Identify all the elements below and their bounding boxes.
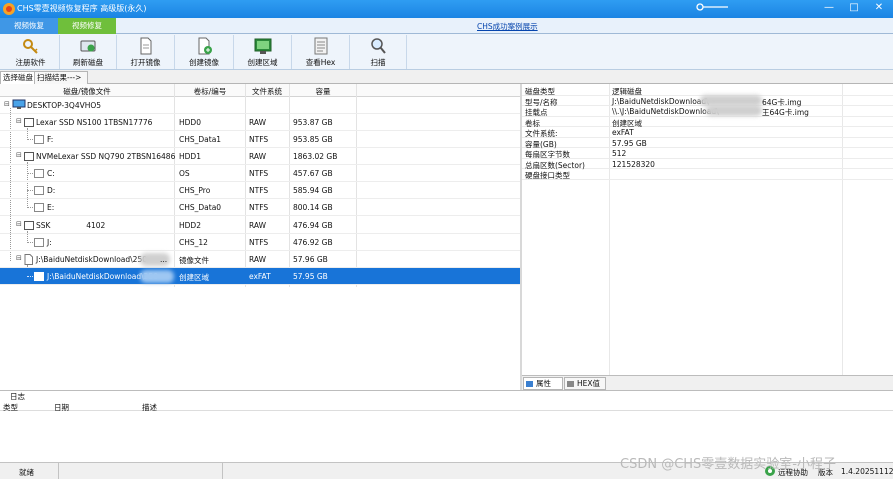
refresh-disk-button[interactable]: 刷新磁盘 [60,35,117,69]
property-row: 型号/名称 J:\BaiduNetdiskDownload\ 64G卡.img [522,94,893,107]
create-region-icon [254,38,271,54]
redacted-path [700,94,762,106]
property-row: 容量(GB) 57.95 GB [522,138,893,149]
tree-line [27,276,33,277]
hex-icon [567,381,574,387]
tree-line [27,190,33,191]
status-text: 就绪 [19,468,34,477]
computer-icon [12,99,26,109]
scan-icon [371,38,386,54]
col-log-description[interactable]: 描述 [142,402,157,413]
key-icon[interactable] [696,2,730,12]
collapse-toggle-icon[interactable]: ⊟ [16,118,23,125]
tab-select-disk[interactable]: 选择磁盘 [0,71,36,84]
drive-icon [34,272,44,281]
properties-icon [526,381,533,387]
toolbar: 注册软件 刷新磁盘 打开镜像 创建镜像 创建区域 查看Hex 扫描 [0,34,893,70]
col-capacity[interactable]: 容量 [290,86,356,97]
ribbon-tab-row: 视频恢复 视频修复 CHS成功案例展示 [0,18,893,34]
disk-table-header: 磁盘/镜像文件 卷标/编号 文件系统 容量 [0,84,521,97]
create-region-button[interactable]: 创建区域 [234,35,292,69]
drive-icon [34,169,44,178]
tree-root-computer[interactable]: ⊟ DESKTOP-3Q4VHO5 [0,97,521,114]
drive-icon [34,238,44,247]
property-row: 硬盘接口类型 [522,169,893,180]
properties-panel: 磁盘类型 逻辑磁盘 型号/名称 J:\BaiduNetdiskDownload\… [522,84,893,375]
property-row: 总扇区数(Sector) 121528320 [522,159,893,170]
drive-icon [34,186,44,195]
table-row[interactable]: ⊟ J:\BaiduNetdiskDownload\250 ... 镜像文件 R… [0,251,521,268]
table-row-selected[interactable]: J:\BaiduNetdiskDownload\250 创建区域 exFAT 5… [0,268,521,285]
redacted-filename [140,270,174,283]
table-row[interactable]: E: CHS_Data0 NTFS 800.14 GB [0,199,521,216]
register-button[interactable]: 注册软件 [2,35,60,69]
status-divider [58,463,59,479]
redacted-path [706,105,762,116]
tree-line [27,139,33,140]
col-filesystem[interactable]: 文件系统 [246,86,288,97]
hard-disk-icon [24,118,34,127]
tree-line [27,173,33,174]
image-file-icon [24,254,33,265]
key-icon [22,39,38,54]
create-image-icon [198,37,212,55]
tree-line [27,242,33,243]
sub-tab-row: 选择磁盘 扫描结果---> [0,70,893,84]
property-row: 卷标 创建区域 [522,117,893,128]
hard-disk-icon [24,221,34,230]
title-bar: CHS零壹视频恢复程序 高级版(永久) — □ ✕ [0,0,893,18]
view-hex-button[interactable]: 查看Hex [292,35,350,69]
version-number: 1.4.20251112 [841,467,893,476]
open-image-button[interactable]: 打开镜像 [117,35,175,69]
log-table-header: 类型 日期 描述 [0,401,893,413]
tab-video-repair[interactable]: 视频修复 [58,18,116,34]
collapse-toggle-icon[interactable]: ⊟ [4,101,11,108]
hex-view-icon [314,37,327,55]
drive-icon [34,203,44,212]
table-row[interactable]: ⊟ Lexar SSD NS100 1TBSN17776 HDD0 RAW 95… [0,114,521,131]
tab-properties[interactable]: 属性 [523,377,563,390]
minimize-button[interactable]: — [818,0,840,17]
hard-disk-icon [24,152,34,161]
refresh-disk-icon [80,40,96,52]
table-row[interactable]: D: CHS_Pro NTFS 585.94 GB [0,182,521,199]
app-logo-icon [3,3,15,15]
property-row: 每扇区字节数 512 [522,148,893,159]
maximize-button[interactable]: □ [843,0,865,17]
properties-tab-row: 属性 HEX值 [522,375,893,390]
open-image-icon [140,37,151,55]
success-cases-link[interactable]: CHS成功案例展示 [477,21,538,32]
collapse-toggle-icon[interactable]: ⊟ [16,255,23,262]
col-label-number[interactable]: 卷标/编号 [175,86,245,97]
property-row: 挂载点 \\.\J:\BaiduNetdiskDownload\ 王64G卡.i… [522,105,893,117]
drive-icon [34,135,44,144]
collapse-toggle-icon[interactable]: ⊟ [16,152,23,159]
table-row[interactable]: J: CHS_12 NTFS 476.92 GB [0,234,521,251]
table-row[interactable]: C: OS NTFS 457.67 GB [0,165,521,182]
property-row: 磁盘类型 逻辑磁盘 [522,85,893,96]
create-image-button[interactable]: 创建镜像 [175,35,234,69]
col-log-type[interactable]: 类型 [3,402,18,413]
tab-scan-results[interactable]: 扫描结果---> [34,71,88,84]
tree-line [27,207,33,208]
close-button[interactable]: ✕ [868,0,890,17]
collapse-toggle-icon[interactable]: ⊟ [16,221,23,228]
tab-video-recovery[interactable]: 视频恢复 [0,18,58,34]
property-row: 文件系统: exFAT [522,127,893,138]
log-panel: 日志 类型 日期 描述 [0,390,893,462]
scan-button[interactable]: 扫描 [350,35,407,69]
col-disk-file[interactable]: 磁盘/镜像文件 [0,86,174,97]
table-row[interactable]: ⊟ NVMeLexar SSD NQ790 2TBSN16486 HDD1 RA… [0,148,521,165]
window-title: CHS零壹视频恢复程序 高级版(永久) [17,4,147,13]
table-row[interactable]: ⊟ SSK 4102 HDD2 RAW 476.94 GB [0,217,521,234]
tab-hex-value[interactable]: HEX值 [564,377,606,390]
status-divider [222,463,223,479]
col-log-date[interactable]: 日期 [54,402,69,413]
table-row[interactable]: F: CHS_Data1 NTFS 953.85 GB [0,131,521,148]
csdn-watermark: CSDN @CHS零壹数据实验室-小程子 [620,457,836,472]
